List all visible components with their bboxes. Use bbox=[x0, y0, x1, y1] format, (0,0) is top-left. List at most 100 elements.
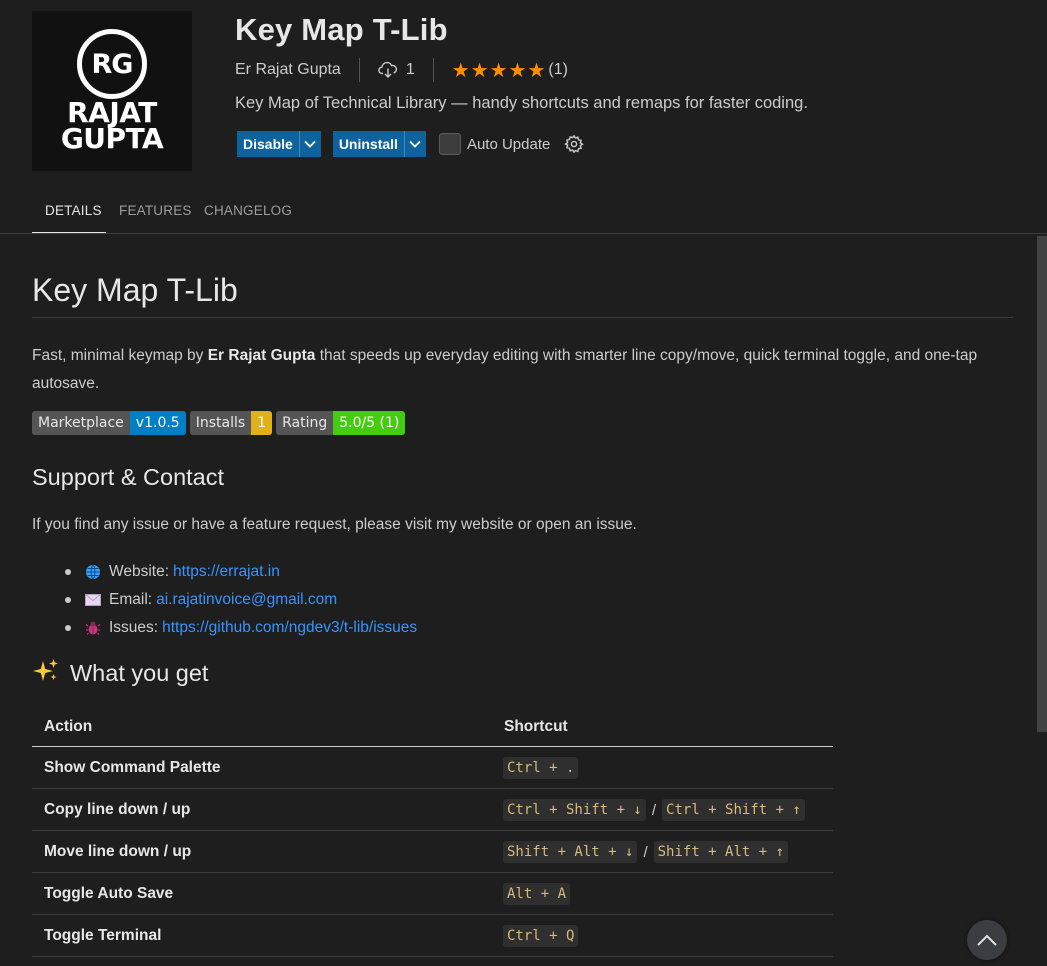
website-link[interactable]: https://errajat.in bbox=[173, 563, 280, 581]
key-combo: Ctrl + Q bbox=[503, 925, 579, 947]
extension-tabs: DETAILS FEATURES CHANGELOG bbox=[0, 195, 1047, 234]
tab-changelog[interactable]: CHANGELOG bbox=[204, 203, 292, 218]
issues-link[interactable]: https://github.com/ngdev3/t-lib/issues bbox=[162, 619, 417, 637]
install-count-value: 1 bbox=[405, 61, 415, 78]
meta-divider bbox=[432, 58, 434, 82]
envelope-icon bbox=[84, 594, 102, 606]
website-label: Website: bbox=[109, 563, 170, 580]
tab-features[interactable]: FEATURES bbox=[119, 203, 192, 218]
list-item-website: Website: https://errajat.in bbox=[64, 558, 417, 586]
key-combo: Shift + Alt + ↓ bbox=[503, 841, 638, 863]
star-icon: ★ bbox=[470, 58, 489, 82]
cloud-download-icon bbox=[378, 61, 398, 79]
divider bbox=[32, 317, 1013, 318]
key-combo: Ctrl + Shift + ↑ bbox=[662, 799, 805, 821]
disable-button-group: Disable bbox=[237, 131, 321, 157]
intro-author: Er Rajat Gupta bbox=[207, 347, 316, 364]
email-label: Email: bbox=[109, 591, 153, 608]
list-item-issues: Issues: https://github.com/ngdev3/t-lib/… bbox=[64, 614, 417, 642]
shortcut-table: Action Shortcut Show Command Palette Ctr… bbox=[32, 706, 833, 957]
key-combo: Ctrl + . bbox=[503, 757, 579, 779]
logo-mark: RG bbox=[77, 29, 147, 99]
column-header-action: Action bbox=[44, 718, 93, 735]
shortcut-cell: Shift + Alt + ↓ / Shift + Alt + ↑ bbox=[503, 841, 789, 863]
extension-title: Key Map T-Lib bbox=[235, 12, 448, 47]
shortcut-cell: Ctrl + . bbox=[503, 757, 579, 779]
shortcut-cell: Ctrl + Q bbox=[503, 925, 579, 947]
list-item-email: Email: ai.rajatinvoice@gmail.com bbox=[64, 586, 417, 614]
rating-stars[interactable]: ★ ★ ★ ★ ★ (1) bbox=[452, 60, 568, 80]
action-cell: Toggle Auto Save bbox=[44, 885, 174, 902]
intro-text: Fast, minimal keymap by bbox=[32, 347, 208, 364]
issues-label: Issues: bbox=[109, 619, 159, 636]
badge-key: Marketplace bbox=[32, 411, 130, 435]
disable-dropdown-button[interactable] bbox=[298, 131, 321, 157]
extension-description: Key Map of Technical Library — handy sho… bbox=[235, 94, 808, 112]
chevron-up-icon bbox=[977, 934, 997, 946]
disable-button[interactable]: Disable bbox=[237, 131, 299, 157]
chevron-down-icon bbox=[409, 140, 422, 148]
extension-logo: RG RAJAT GUPTA bbox=[32, 11, 192, 171]
table-row: Toggle Auto Save Alt + A bbox=[32, 873, 833, 915]
action-cell: Move line down / up bbox=[44, 843, 192, 860]
extension-header: RG RAJAT GUPTA Key Map T-Lib Er Rajat Gu… bbox=[0, 0, 1047, 190]
rating-count: (1) bbox=[548, 61, 568, 78]
table-row: Copy line down / up Ctrl + Shift + ↓ / C… bbox=[32, 789, 833, 831]
auto-update-label: Auto Update bbox=[466, 135, 551, 153]
auto-update-toggle[interactable]: Auto Update bbox=[438, 133, 551, 155]
installs-badge[interactable]: Installs 1 bbox=[189, 411, 273, 435]
shortcut-cell: Ctrl + Shift + ↓ / Ctrl + Shift + ↑ bbox=[503, 799, 805, 821]
extension-meta: Er Rajat Gupta 1 ★ ★ ★ ★ ★ (1) bbox=[235, 58, 568, 82]
key-separator: / bbox=[651, 801, 657, 819]
table-row: Toggle Terminal Ctrl + Q bbox=[32, 915, 833, 957]
extension-actions: Disable Uninstall Auto Update bbox=[237, 131, 585, 157]
bug-icon bbox=[84, 620, 102, 636]
readme-title: Key Map T-Lib bbox=[32, 272, 238, 308]
badge-value: 1 bbox=[251, 411, 273, 435]
tab-details[interactable]: DETAILS bbox=[45, 203, 102, 218]
uninstall-button[interactable]: Uninstall bbox=[333, 131, 404, 157]
shortcut-cell: Alt + A bbox=[503, 883, 571, 905]
sparkles-icon bbox=[32, 658, 60, 690]
star-icon: ★ bbox=[527, 58, 546, 82]
contact-list: Website: https://errajat.in Email: ai.ra… bbox=[64, 558, 417, 642]
marketplace-badge[interactable]: Marketplace v1.0.5 bbox=[32, 411, 186, 435]
globe-icon bbox=[84, 564, 102, 580]
uninstall-button-group: Uninstall bbox=[332, 131, 426, 157]
table-row: Show Command Palette Ctrl + . bbox=[32, 747, 833, 789]
chevron-down-icon bbox=[304, 140, 316, 148]
table-row: Move line down / up Shift + Alt + ↓ / Sh… bbox=[32, 831, 833, 873]
support-heading: Support & Contact bbox=[32, 464, 225, 490]
install-count: 1 bbox=[378, 61, 415, 79]
star-icon: ★ bbox=[508, 58, 527, 82]
features-heading: What you get bbox=[32, 658, 208, 690]
meta-divider bbox=[358, 58, 360, 82]
publisher-link[interactable]: Er Rajat Gupta bbox=[235, 61, 341, 79]
star-icon: ★ bbox=[489, 58, 508, 82]
rating-badge[interactable]: Rating 5.0/5 (1) bbox=[276, 411, 406, 435]
vertical-scrollbar[interactable] bbox=[1037, 236, 1047, 732]
action-cell: Toggle Terminal bbox=[44, 927, 162, 944]
key-combo: Shift + Alt + ↑ bbox=[653, 841, 789, 863]
uninstall-dropdown-button[interactable] bbox=[403, 131, 426, 157]
support-text: If you find any issue or have a feature … bbox=[32, 516, 637, 533]
action-cell: Copy line down / up bbox=[44, 801, 191, 818]
auto-update-checkbox[interactable] bbox=[438, 133, 461, 155]
action-cell: Show Command Palette bbox=[44, 759, 221, 776]
key-separator: / bbox=[643, 843, 648, 861]
gear-icon[interactable] bbox=[564, 134, 585, 154]
logo-line-2: GUPTA bbox=[60, 122, 164, 155]
badge-key: Rating bbox=[276, 411, 334, 435]
badge-key: Installs bbox=[189, 411, 252, 435]
scroll-to-top-button[interactable] bbox=[967, 920, 1007, 960]
readme-intro: Fast, minimal keymap by Er Rajat Gupta t… bbox=[32, 342, 1013, 398]
features-heading-text: What you get bbox=[70, 660, 209, 686]
key-combo: Ctrl + Shift + ↓ bbox=[503, 799, 646, 821]
star-icon: ★ bbox=[451, 58, 470, 82]
email-link[interactable]: ai.rajatinvoice@gmail.com bbox=[156, 591, 337, 609]
table-header: Action Shortcut bbox=[32, 706, 833, 747]
badge-value: v1.0.5 bbox=[129, 411, 186, 435]
badge-value: 5.0/5 (1) bbox=[333, 411, 406, 435]
badge-row: Marketplace v1.0.5 Installs 1 Rating 5.0… bbox=[32, 411, 406, 435]
active-tab-indicator bbox=[32, 232, 106, 233]
